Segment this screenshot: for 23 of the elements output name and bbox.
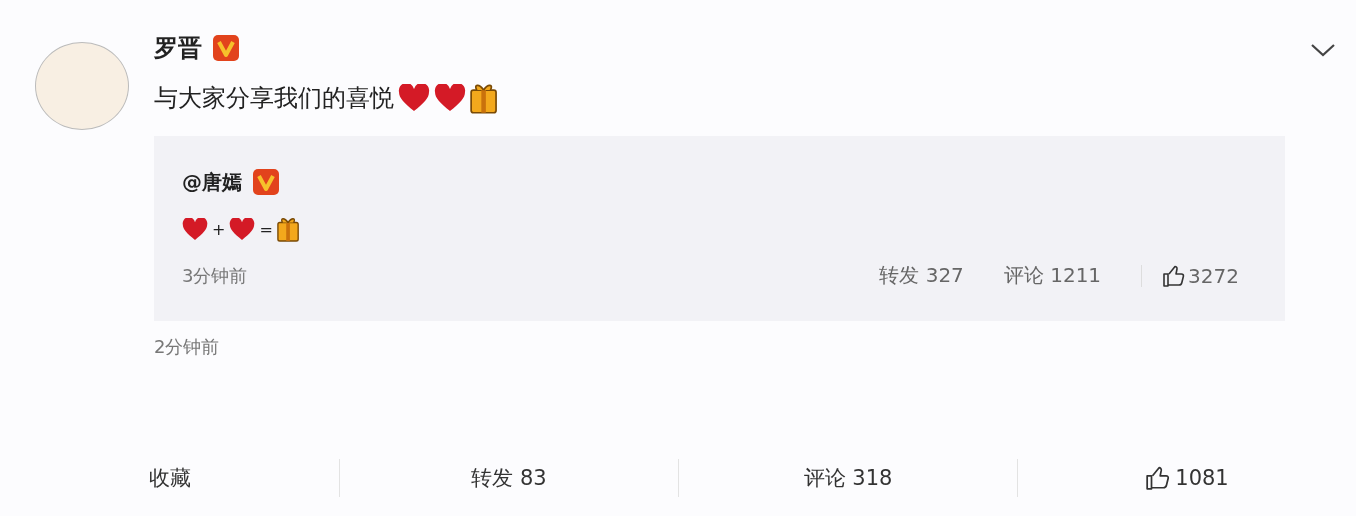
gift-icon: [276, 216, 299, 242]
like-button[interactable]: 1081: [1145, 465, 1229, 491]
heart-icon: [434, 83, 466, 113]
like-count[interactable]: 3272: [1162, 263, 1239, 288]
heart-icon: [398, 83, 430, 113]
mention-link[interactable]: @唐嫣: [182, 168, 242, 196]
thumbs-up-icon: [1145, 465, 1172, 491]
repost-count[interactable]: 转发 327: [879, 262, 964, 289]
comment-button[interactable]: 评论 318: [803, 464, 893, 492]
favorite-button[interactable]: 收藏: [148, 464, 191, 492]
operator-text: +: [212, 219, 226, 239]
heart-icon: [182, 217, 208, 241]
chevron-down-icon[interactable]: [1310, 42, 1336, 58]
thumbs-up-icon: [1162, 263, 1187, 288]
comment-count[interactable]: 评论 1211: [1003, 262, 1102, 289]
heart-icon: [229, 217, 256, 241]
repost-button[interactable]: 转发 83: [471, 464, 547, 492]
timestamp: 3分钟前: [182, 263, 248, 288]
post-text: 与大家分享我们的喜悦: [154, 83, 394, 114]
timestamp: 2分钟前: [154, 335, 221, 359]
gift-icon: [470, 82, 498, 114]
operator-text: =: [259, 219, 273, 239]
author-name[interactable]: 罗晋: [154, 32, 202, 64]
